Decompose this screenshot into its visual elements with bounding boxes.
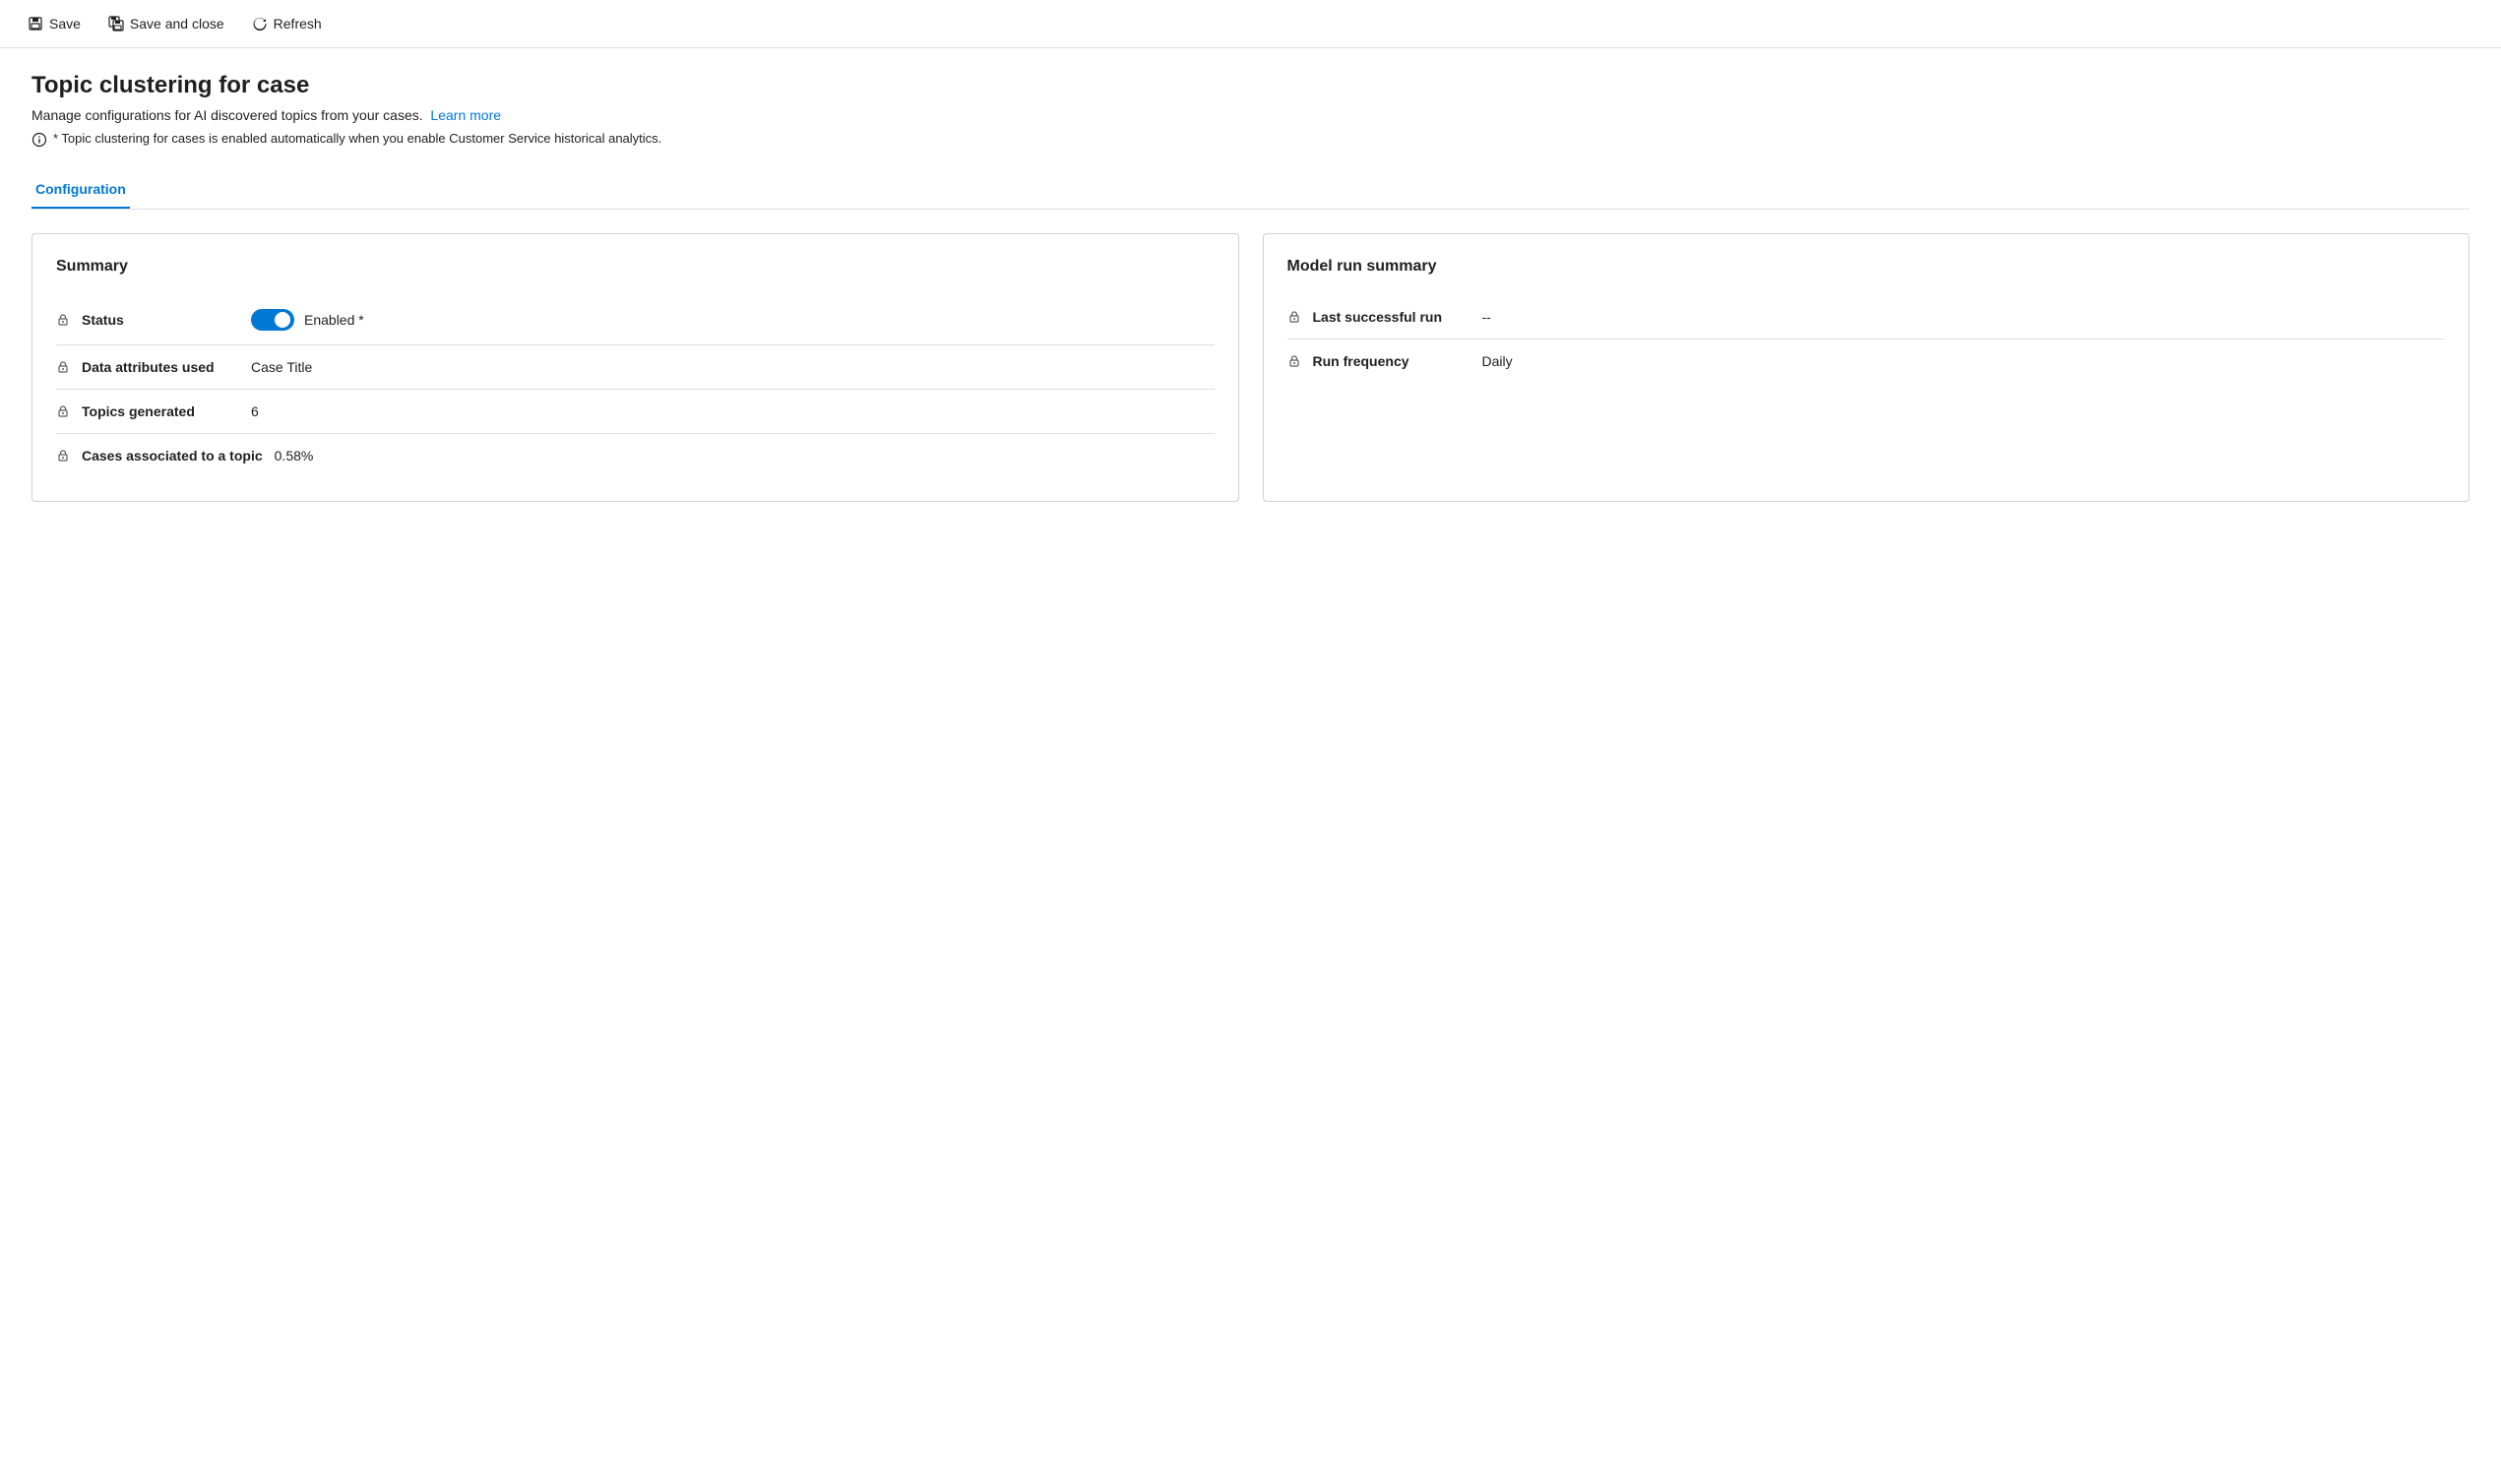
status-lock-icon: [56, 313, 70, 327]
last-run-label: Last successful run: [1313, 309, 1470, 325]
save-close-label: Save and close: [130, 16, 224, 31]
status-toggle-container: Enabled *: [251, 309, 364, 331]
refresh-button[interactable]: Refresh: [240, 10, 334, 37]
save-and-close-button[interactable]: Save and close: [96, 10, 236, 37]
summary-card: Summary Status Enabled *: [31, 233, 1239, 502]
tab-configuration-label: Configuration: [35, 181, 126, 197]
run-frequency-field-row: Run frequency Daily: [1287, 340, 2446, 383]
topics-generated-label: Topics generated: [82, 403, 239, 419]
data-attributes-field-row: Data attributes used Case Title: [56, 345, 1215, 390]
model-run-card-title: Model run summary: [1287, 258, 2446, 276]
cases-associated-label: Cases associated to a topic: [82, 448, 263, 464]
refresh-label: Refresh: [274, 16, 322, 31]
last-run-field-row: Last successful run --: [1287, 295, 2446, 340]
topics-generated-field-row: Topics generated 6: [56, 390, 1215, 434]
toggle-slider: [251, 309, 294, 331]
save-button[interactable]: Save: [16, 10, 93, 37]
tab-configuration[interactable]: Configuration: [31, 171, 130, 209]
description-text: Manage configurations for AI discovered …: [31, 107, 423, 123]
status-field-row: Status Enabled *: [56, 295, 1215, 345]
status-toggle[interactable]: [251, 309, 294, 331]
save-label: Save: [49, 16, 81, 31]
refresh-icon: [252, 16, 268, 31]
learn-more-link[interactable]: Learn more: [430, 107, 501, 123]
toolbar: Save Save and close Refresh: [0, 0, 2501, 48]
cases-associated-field-row: Cases associated to a topic 0.58%: [56, 434, 1215, 477]
cases-associated-value: 0.58%: [275, 448, 314, 464]
last-run-value: --: [1482, 309, 1491, 325]
run-frequency-value: Daily: [1482, 353, 1513, 369]
data-attributes-value: Case Title: [251, 359, 312, 375]
data-attributes-lock-icon: [56, 360, 70, 374]
status-label: Status: [82, 312, 239, 328]
last-run-lock-icon: [1287, 310, 1301, 324]
run-frequency-lock-icon: [1287, 354, 1301, 368]
save-icon: [28, 16, 43, 31]
summary-card-title: Summary: [56, 258, 1215, 276]
page-description: Manage configurations for AI discovered …: [31, 107, 2470, 123]
tabs: Configuration: [31, 171, 2470, 210]
cards-container: Summary Status Enabled *: [31, 233, 2470, 502]
status-toggle-label: Enabled *: [304, 312, 364, 328]
model-run-card: Model run summary Last successful run --: [1263, 233, 2470, 502]
page-content: Topic clustering for case Manage configu…: [0, 48, 2501, 526]
cases-associated-lock-icon: [56, 449, 70, 463]
topics-generated-lock-icon: [56, 404, 70, 418]
save-close-icon: [108, 16, 124, 31]
info-icon: [31, 132, 47, 148]
page-title: Topic clustering for case: [31, 72, 2470, 99]
data-attributes-label: Data attributes used: [82, 359, 239, 375]
topics-generated-value: 6: [251, 403, 259, 419]
run-frequency-label: Run frequency: [1313, 353, 1470, 369]
info-note-text: * Topic clustering for cases is enabled …: [53, 131, 661, 146]
info-note: * Topic clustering for cases is enabled …: [31, 131, 2470, 148]
